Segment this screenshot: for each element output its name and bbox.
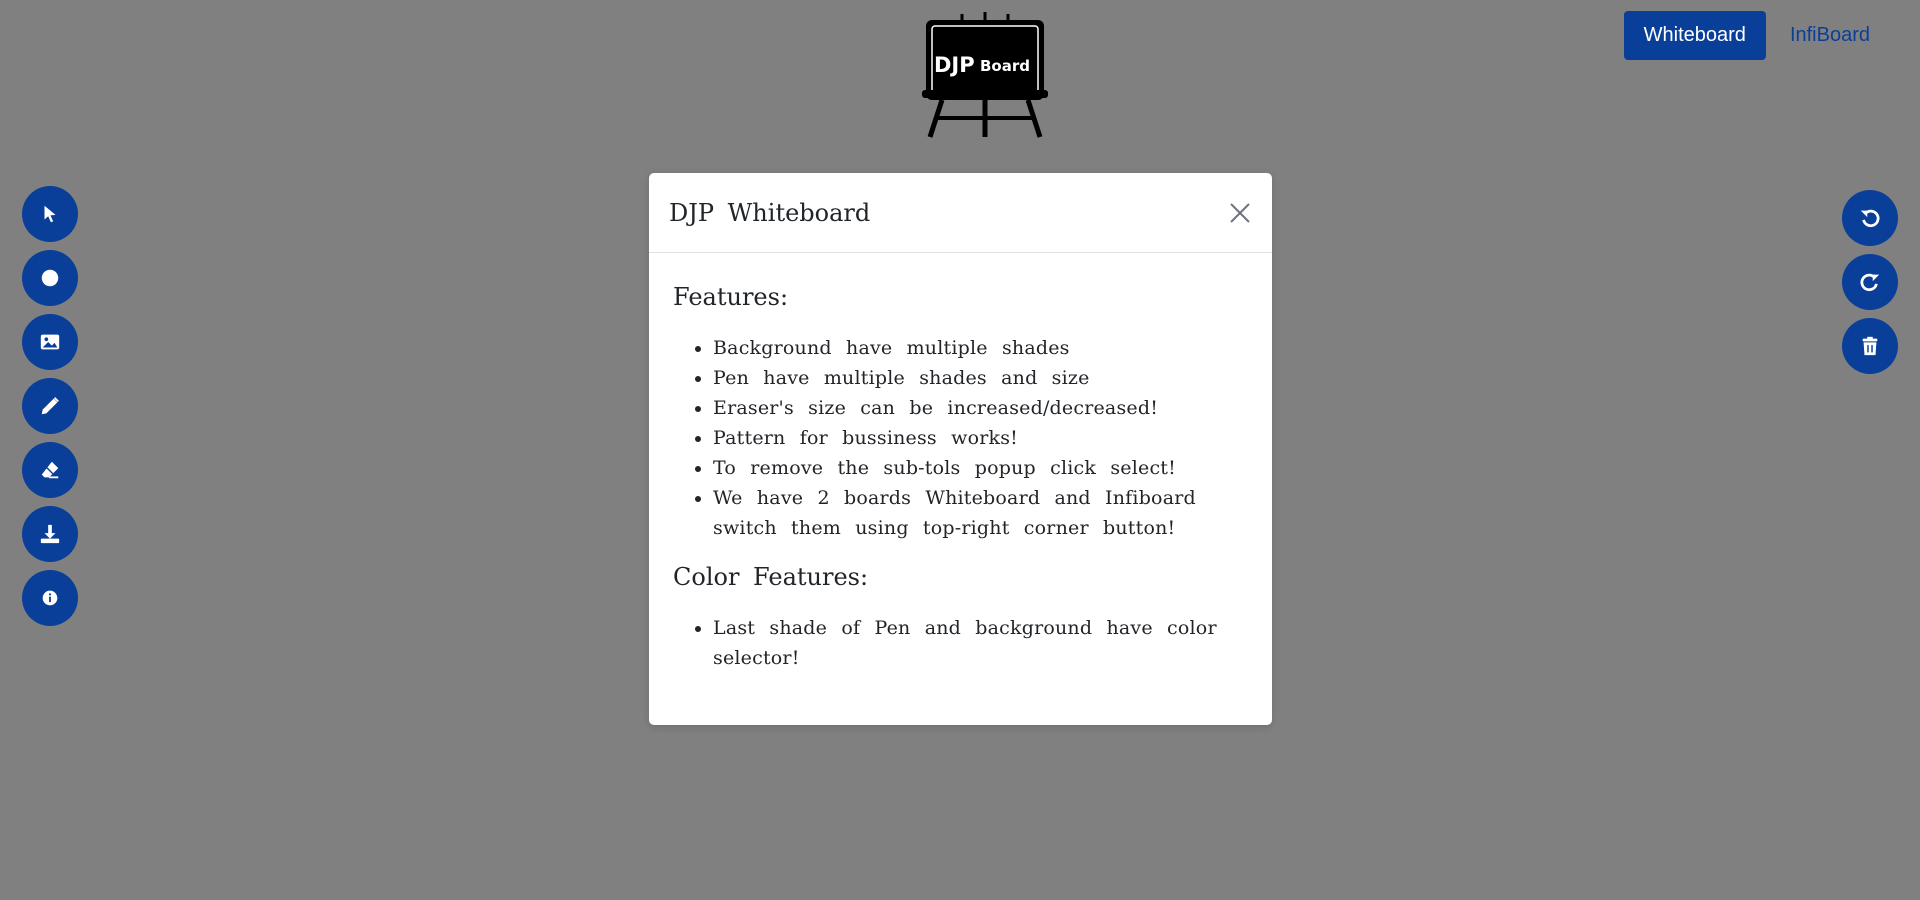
modal-header: DJP Whiteboard (649, 173, 1272, 253)
eraser-tool-button[interactable] (22, 442, 78, 498)
download-icon (40, 524, 60, 544)
select-tool-button[interactable] (22, 186, 78, 242)
list-item: To remove the sub-tols popup click selec… (713, 453, 1248, 483)
color-features-heading: Color Features: (673, 563, 869, 591)
info-tool-button[interactable] (22, 570, 78, 626)
list-item: Pattern for bussiness works! (713, 423, 1248, 453)
close-icon[interactable] (1228, 201, 1252, 225)
features-heading: Features: (673, 283, 789, 311)
svg-text:Board: Board (980, 57, 1030, 75)
features-list: Background have multiple shades Pen have… (673, 333, 1248, 543)
modal-title: DJP Whiteboard (669, 198, 871, 227)
list-item: Pen have multiple shades and size (713, 363, 1248, 393)
about-modal: DJP Whiteboard Features: Background have… (649, 173, 1272, 725)
svg-text:DJP: DJP (934, 53, 975, 77)
left-toolbar (22, 186, 78, 626)
list-item: Background have multiple shades (713, 333, 1248, 363)
pencil-icon (41, 397, 59, 415)
eraser-icon (41, 461, 59, 479)
download-tool-button[interactable] (22, 506, 78, 562)
redo-button[interactable] (1842, 254, 1898, 310)
list-item: Last shade of Pen and background have co… (713, 613, 1248, 673)
trash-icon (1862, 336, 1878, 356)
info-icon (42, 590, 58, 606)
whiteboard-button[interactable]: Whiteboard (1623, 11, 1766, 60)
circle-icon (41, 269, 59, 287)
pen-tool-button[interactable] (22, 378, 78, 434)
redo-icon (1860, 273, 1880, 292)
color-features-list: Last shade of Pen and background have co… (673, 613, 1248, 673)
djp-board-logo: DJP Board (922, 12, 1048, 138)
image-tool-button[interactable] (22, 314, 78, 370)
list-item: Eraser's size can be increased/decreased… (713, 393, 1248, 423)
infiboard-link[interactable]: InfiBoard (1770, 11, 1890, 60)
undo-icon (1860, 209, 1880, 228)
right-toolbar (1842, 190, 1898, 374)
board-switcher: Whiteboard InfiBoard (1623, 11, 1890, 60)
list-item: We have 2 boards Whiteboard and Infiboar… (713, 483, 1248, 543)
clear-button[interactable] (1842, 318, 1898, 374)
pointer-icon (44, 205, 56, 223)
image-icon (40, 334, 60, 350)
undo-button[interactable] (1842, 190, 1898, 246)
shape-tool-button[interactable] (22, 250, 78, 306)
modal-body: Features: Background have multiple shade… (649, 253, 1272, 673)
